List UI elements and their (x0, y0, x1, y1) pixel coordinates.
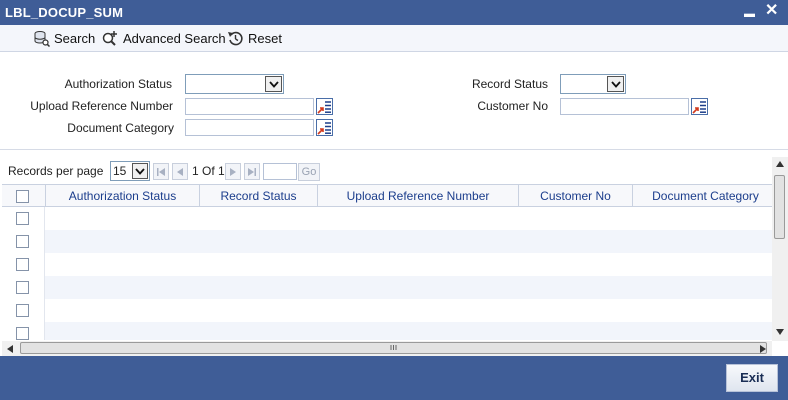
go-button[interactable]: Go (298, 163, 320, 181)
upload-reference-number-input[interactable] (185, 98, 314, 115)
chevron-down-icon (265, 76, 282, 92)
grid-header: Authorization Status Record Status Uploa… (2, 185, 772, 207)
scroll-up-icon[interactable] (776, 161, 784, 167)
column-header-record-status[interactable]: Record Status (200, 185, 318, 207)
table-row[interactable] (2, 230, 772, 253)
lov-list-icon[interactable] (316, 119, 333, 136)
row-checkbox[interactable] (16, 327, 29, 340)
document-category-label: Document Category (67, 121, 174, 135)
reset-icon (228, 31, 243, 46)
reset-button[interactable]: Reset (227, 30, 282, 47)
customer-no-label: Customer No (477, 99, 548, 113)
records-per-page-label: Records per page (8, 164, 104, 178)
database-search-icon (34, 31, 50, 47)
row-checkbox[interactable] (16, 235, 29, 248)
vertical-scrollbar[interactable] (772, 157, 788, 341)
column-header-document-category[interactable]: Document Category (633, 185, 772, 207)
table-row[interactable] (2, 322, 772, 340)
lov-list-icon[interactable] (691, 98, 708, 115)
upload-reference-number-label: Upload Reference Number (30, 99, 173, 113)
next-page-icon[interactable] (225, 163, 241, 180)
document-category-input[interactable] (185, 119, 314, 136)
go-to-page-input[interactable] (263, 163, 297, 180)
row-checkbox[interactable] (16, 304, 29, 317)
record-status-select[interactable] (560, 74, 626, 94)
pagination-bar: Records per page 15 1 Of 1 Go (0, 160, 788, 184)
column-header-authorization-status[interactable]: Authorization Status (46, 185, 200, 207)
search-button[interactable]: Search (33, 30, 95, 47)
table-row[interactable] (2, 299, 772, 322)
scroll-down-icon[interactable] (776, 329, 784, 335)
close-icon[interactable]: ✕ (765, 2, 778, 20)
records-per-page-select[interactable]: 15 (110, 161, 150, 181)
row-checkbox[interactable] (16, 281, 29, 294)
row-checkbox[interactable] (16, 212, 29, 225)
table-row[interactable] (2, 207, 772, 230)
reset-label: Reset (248, 31, 282, 46)
exit-button[interactable]: Exit (726, 364, 778, 392)
scroll-left-icon[interactable] (7, 345, 13, 353)
search-label: Search (54, 31, 96, 46)
advanced-search-label: Advanced Search (123, 31, 226, 46)
chevron-down-icon (132, 163, 148, 179)
search-form: Authorization Status Upload Reference Nu… (0, 52, 788, 150)
authorization-status-label: Authorization Status (64, 77, 172, 91)
footer-bar: Exit (0, 356, 788, 400)
authorization-status-select[interactable] (185, 74, 284, 94)
select-all-cell (2, 185, 46, 207)
first-page-icon[interactable] (153, 163, 169, 180)
table-row[interactable] (2, 276, 772, 299)
window-title: LBL_DOCUP_SUM (5, 5, 124, 20)
horizontal-scrollbar[interactable] (2, 341, 772, 356)
minimize-icon[interactable]: ▬ (744, 5, 755, 23)
toolbar: Search Advanced Search Reset (0, 25, 788, 52)
column-header-upload-reference-number[interactable]: Upload Reference Number (318, 185, 519, 207)
customer-no-input[interactable] (560, 98, 689, 115)
select-all-checkbox[interactable] (16, 190, 29, 203)
grip-icon (390, 345, 397, 350)
records-per-page-value: 15 (113, 164, 127, 178)
column-header-customer-no[interactable]: Customer No (519, 185, 633, 207)
results-grid: Authorization Status Record Status Uploa… (2, 184, 772, 340)
vertical-scroll-thumb[interactable] (774, 175, 785, 239)
record-status-label: Record Status (471, 77, 548, 91)
row-checkbox[interactable] (16, 258, 29, 271)
previous-page-icon[interactable] (172, 163, 188, 180)
last-page-icon[interactable] (244, 163, 260, 180)
chevron-down-icon (607, 76, 624, 92)
horizontal-scroll-thumb[interactable] (20, 342, 767, 354)
advanced-search-button[interactable]: Advanced Search (101, 30, 226, 47)
lov-list-icon[interactable] (316, 98, 333, 115)
title-bar: LBL_DOCUP_SUM ▬ ✕ (0, 0, 788, 25)
table-row[interactable] (2, 253, 772, 276)
scroll-right-icon[interactable] (760, 345, 766, 353)
advanced-search-icon (102, 31, 117, 46)
page-info: 1 Of 1 (192, 164, 225, 178)
